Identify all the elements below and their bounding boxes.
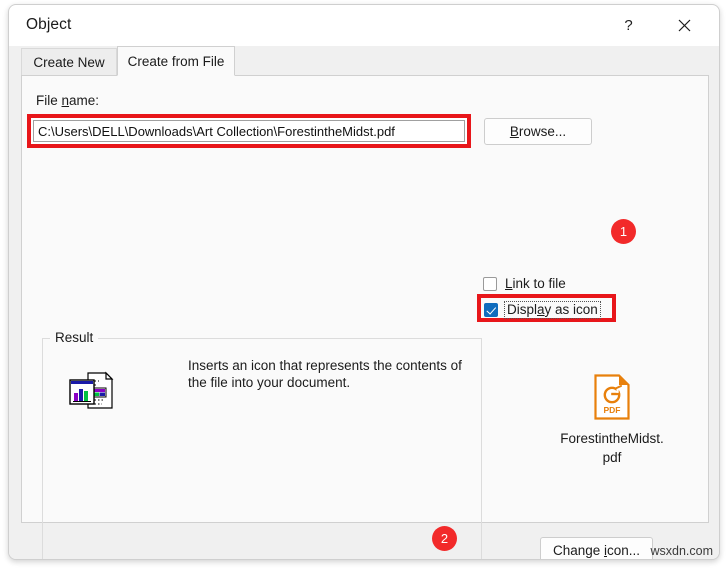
pdf-icon-badge-text: PDF <box>604 405 621 415</box>
link-to-file-rest: ink to file <box>512 276 566 291</box>
screenshot-root: Object ? Create New Create from File Fil… <box>0 0 728 572</box>
watermark: wsxdn.com <box>650 544 713 558</box>
create-from-file-panel: File name: Browse... Link to file <box>21 75 709 559</box>
display-as-icon-pre: Displ <box>507 302 538 317</box>
link-to-file-checkbox[interactable] <box>483 276 497 291</box>
pdf-file-icon: PDF <box>594 374 630 420</box>
question-mark-icon: ? <box>624 16 633 34</box>
file-name-label-pre: File <box>36 93 62 108</box>
file-name-highlight-box <box>27 114 471 148</box>
link-to-file-row[interactable]: Link to file <box>483 276 566 291</box>
browse-button-label: Browse... <box>510 124 566 139</box>
display-as-icon-rest: y as icon <box>544 302 598 317</box>
browse-button[interactable]: Browse... <box>484 118 592 145</box>
tab-create-from-file[interactable]: Create from File <box>117 46 235 76</box>
display-as-icon-row[interactable]: Display as icon <box>484 301 601 319</box>
annotation-badge-2: 2 <box>432 526 457 551</box>
file-name-input[interactable] <box>33 120 465 142</box>
change-icon-pre: Change <box>552 543 604 558</box>
dialog-body: Create New Create from File File name: B… <box>9 46 719 559</box>
display-as-icon-label: Display as icon <box>504 301 601 319</box>
file-name-label-rest: ame: <box>69 93 100 108</box>
tab-create-from-file-label: Create from File <box>127 53 225 69</box>
help-button[interactable]: ? <box>606 5 651 45</box>
close-button[interactable] <box>662 5 707 45</box>
change-icon-button-label: Change icon... <box>553 543 640 558</box>
file-name-label: File name: <box>36 93 99 108</box>
browse-rest: rowse... <box>518 124 567 139</box>
pdf-preview-filename-line1: ForestintheMidst. <box>560 431 664 446</box>
link-to-file-accel: L <box>505 276 513 291</box>
tab-create-new[interactable]: Create New <box>21 48 117 76</box>
change-icon-rest: con... <box>607 543 641 558</box>
dialog-titlebar: Object ? <box>9 5 719 46</box>
file-name-label-accel: n <box>61 93 70 108</box>
object-dialog: Object ? Create New Create from File Fil… <box>8 4 720 560</box>
pdf-preview-filename-line2: pdf <box>602 450 622 465</box>
pdf-preview-filename: ForestintheMidst. pdf <box>527 429 697 467</box>
browse-accel: B <box>509 124 519 139</box>
result-legend: Result <box>50 330 99 345</box>
tab-create-new-label: Create New <box>33 55 105 70</box>
link-to-file-label: Link to file <box>505 276 566 291</box>
document-chart-icon <box>69 371 114 409</box>
display-as-icon-accel: a <box>537 302 545 317</box>
close-icon <box>678 19 691 31</box>
display-as-icon-checkbox[interactable] <box>484 303 498 317</box>
result-description: Inserts an icon that represents the cont… <box>188 358 462 390</box>
tab-strip: Create New Create from File <box>9 46 719 76</box>
pdf-preview: PDF ForestintheMidst. pdf <box>527 374 697 467</box>
dialog-title: Object <box>26 16 72 33</box>
annotation-badge-1: 1 <box>611 219 636 244</box>
change-icon-button[interactable]: Change icon... <box>540 537 653 559</box>
